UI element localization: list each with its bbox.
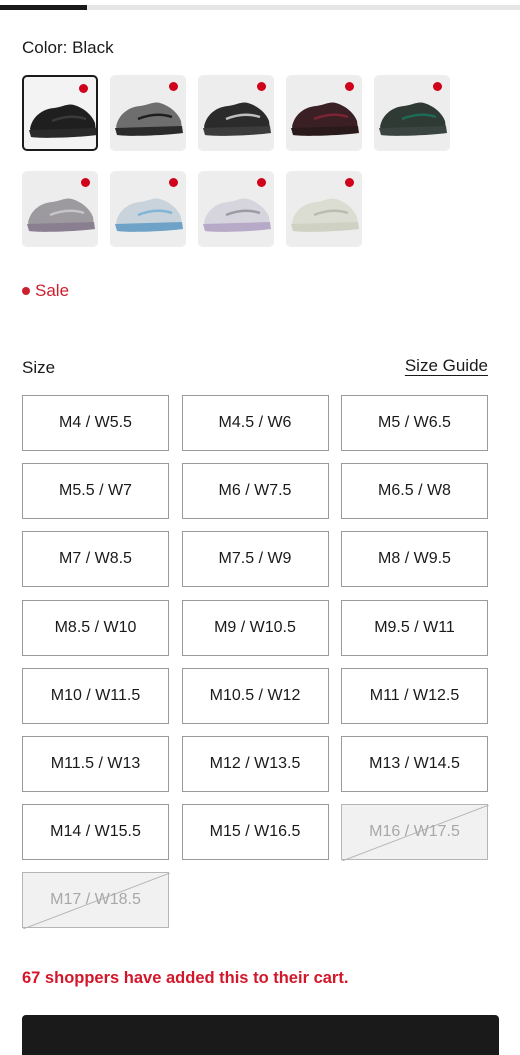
size-option-label: M8.5 / W10	[54, 618, 137, 636]
cart-interest-note: 67 shoppers have added this to their car…	[22, 969, 349, 987]
size-option[interactable]: M8 / W9.5	[341, 531, 488, 588]
size-option-label: M4.5 / W6	[218, 414, 292, 431]
sale-badge: Sale	[22, 281, 69, 301]
size-option-label: M9 / W10.5	[214, 618, 296, 636]
sale-dot-icon	[433, 82, 442, 91]
size-option-label: M5 / W6.5	[378, 414, 451, 431]
size-option-label: M9.5 / W11	[374, 618, 455, 636]
add-to-cart-button[interactable]	[22, 1015, 499, 1055]
size-option[interactable]: M4.5 / W6	[181, 395, 329, 451]
size-option: M16 / W17.5	[341, 804, 489, 862]
size-option[interactable]: M8.5 / W10	[22, 599, 169, 656]
size-option[interactable]: M7.5 / W9	[181, 531, 329, 588]
size-option-label: M7.5 / W9	[218, 550, 292, 568]
size-heading: Size	[22, 358, 56, 377]
sale-label: Sale	[35, 281, 70, 300]
color-swatch-black-silver[interactable]	[198, 75, 274, 151]
color-swatch-grey-purple[interactable]	[22, 171, 98, 247]
color-swatch-white-lilac[interactable]	[198, 171, 274, 247]
sale-dot-icon	[22, 287, 30, 295]
size-option-label: M16 / W17.5	[369, 823, 460, 841]
size-option[interactable]: M11.5 / W13	[22, 736, 169, 792]
size-option-label: M6.5 / W8	[378, 482, 451, 500]
sale-dot-icon	[169, 82, 178, 91]
size-option-label: M11.5 / W13	[50, 755, 141, 772]
size-option[interactable]: M13 / W14.5	[341, 736, 488, 792]
size-option-label: M12 / W13.5	[209, 755, 301, 772]
size-option[interactable]: M12 / W13.5	[181, 736, 329, 792]
size-option[interactable]: M5 / W6.5	[341, 395, 488, 451]
size-option[interactable]: M6.5 / W8	[341, 463, 488, 520]
size-option-label: M6 / W7.5	[218, 482, 292, 500]
size-option-label: M5.5 / W7	[59, 482, 132, 500]
sale-dot-icon	[257, 178, 266, 187]
color-swatch-dark-green[interactable]	[374, 75, 450, 151]
size-option[interactable]: M15 / W16.5	[181, 804, 329, 861]
color-swatch-black-burgundy[interactable]	[286, 75, 362, 151]
sale-dot-icon	[79, 84, 88, 93]
size-option-label: M15 / W16.5	[209, 823, 301, 841]
size-option[interactable]: M14 / W15.5	[22, 804, 169, 861]
size-option-label: M10.5 / W12	[209, 686, 301, 704]
color-swatch-grey-black[interactable]	[110, 75, 186, 151]
size-option[interactable]: M9 / W10.5	[181, 599, 329, 656]
size-option-label: M11 / W12.5	[369, 686, 460, 704]
size-option[interactable]: M6 / W7.5	[181, 463, 329, 520]
sale-dot-icon	[345, 82, 354, 91]
size-option-label: M8 / W9.5	[378, 550, 451, 568]
sale-dot-icon	[169, 178, 178, 187]
image-progress-track	[0, 5, 520, 10]
sale-dot-icon	[257, 82, 266, 91]
color-swatch-sea-salt[interactable]	[286, 171, 362, 247]
color-swatch-black[interactable]	[22, 75, 98, 151]
color-label: Color: Black	[22, 38, 114, 57]
size-option[interactable]: M11 / W12.5	[341, 667, 488, 724]
size-option-label: M14 / W15.5	[50, 823, 141, 841]
size-option[interactable]: M9.5 / W11	[341, 599, 488, 656]
size-guide-link[interactable]: Size Guide	[405, 356, 488, 376]
image-progress-fill	[0, 5, 87, 10]
size-option-label: M17 / W18.5	[50, 891, 141, 909]
size-option-label: M10 / W11.5	[50, 686, 141, 704]
size-option-label: M13 / W14.5	[369, 755, 460, 772]
size-option-label: M4 / W5.5	[59, 414, 132, 431]
size-option[interactable]: M7 / W8.5	[22, 531, 169, 588]
size-option: M17 / W18.5	[22, 872, 170, 930]
color-swatch-white-blue[interactable]	[110, 171, 186, 247]
size-option[interactable]: M10.5 / W12	[181, 667, 329, 724]
size-option[interactable]: M10 / W11.5	[22, 667, 169, 724]
sale-dot-icon	[345, 178, 354, 187]
size-option[interactable]: M5.5 / W7	[22, 463, 169, 520]
sale-dot-icon	[81, 178, 90, 187]
size-option[interactable]: M4 / W5.5	[22, 395, 169, 451]
size-option-label: M7 / W8.5	[59, 550, 132, 568]
